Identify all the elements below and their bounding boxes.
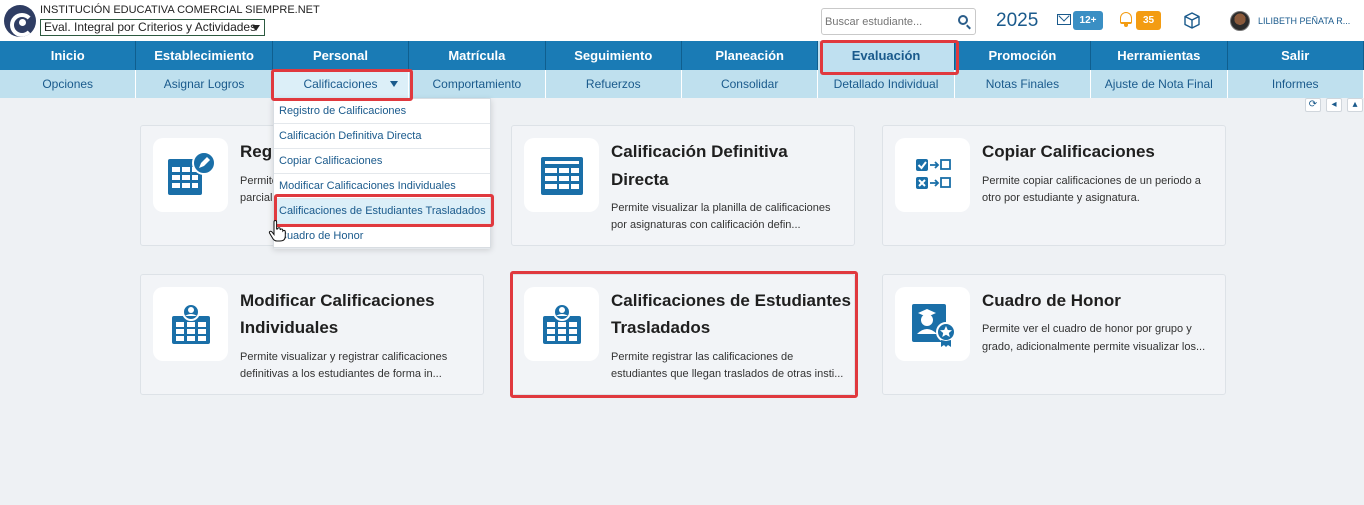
card-icon-box <box>524 287 599 361</box>
menu-item-calificaciones-estudiantes-trasladados[interactable]: Calificaciones de Estudiantes Trasladado… <box>274 199 490 224</box>
profile-select-value: Eval. Integral por Criterios y Actividad… <box>44 20 257 34</box>
card-modificar-calificaciones-individuales[interactable]: Modificar Calificaciones Individuales Pe… <box>140 274 484 395</box>
search-input[interactable] <box>822 9 947 34</box>
student-grade-sheet-icon <box>172 303 210 344</box>
subnav-item-notas-finales[interactable]: Notas Finales <box>955 70 1092 98</box>
subnav-item-opciones[interactable]: Opciones <box>0 70 137 98</box>
card-title-line1: Calificaciones de Estudiantes <box>611 291 851 310</box>
card-description-line2: otro por estudiante y asignatura. <box>982 192 1140 204</box>
hand-cursor-icon <box>268 220 286 242</box>
user-name[interactable]: LILIBETH PEÑATA R... <box>1258 16 1350 26</box>
copy-check-icon <box>916 159 951 189</box>
school-year[interactable]: 2025 <box>996 10 1038 32</box>
subnav-item-detallado-individual[interactable]: Detallado Individual <box>818 70 955 98</box>
card-title: Cuadro de Honor <box>982 291 1121 310</box>
card-description-line1: Permite visualizar la planilla de califi… <box>611 202 831 214</box>
student-search[interactable] <box>821 8 976 35</box>
card-description-line2: parcial <box>240 192 273 204</box>
refresh-icon[interactable]: ⟳ <box>1305 98 1321 112</box>
subnav-item-informes[interactable]: Informes <box>1228 70 1364 98</box>
bell-icon[interactable] <box>1120 12 1132 27</box>
card-copiar-calificaciones[interactable]: Copiar Calificaciones Permite copiar cal… <box>882 125 1226 246</box>
card-title-line1: Calificación Definitiva <box>611 142 788 161</box>
card-description-line1: Permite copiar calificaciones de un peri… <box>982 175 1201 187</box>
nav-item-salir[interactable]: Salir <box>1228 41 1364 70</box>
card-description-line1: Permite ver el cuadro de honor por grupo… <box>982 323 1192 335</box>
nav-item-promocion[interactable]: Promoción <box>955 41 1092 70</box>
messages-badge[interactable]: 12+ <box>1073 11 1103 30</box>
card-icon-box <box>524 138 599 212</box>
card-calificaciones-estudiantes-trasladados[interactable]: Calificaciones de Estudiantes Trasladado… <box>511 274 855 395</box>
card-description-line2: estudiantes que llegan traslados de otra… <box>611 368 844 380</box>
card-title-line2: Individuales <box>240 318 339 337</box>
main-nav: Inicio Establecimiento Personal Matrícul… <box>0 41 1364 70</box>
scroll-top-icon[interactable]: ▴ <box>1347 98 1363 112</box>
card-description-line2: definitivas a los estudiantes de forma i… <box>240 368 442 380</box>
nav-item-personal[interactable]: Personal <box>273 41 410 70</box>
subnav-item-calificaciones[interactable]: Calificaciones <box>272 70 410 98</box>
transferred-student-sheet-icon <box>543 303 581 344</box>
card-description-line2: por asignaturas con calificación defin..… <box>611 219 801 231</box>
card-title-line2: Directa <box>611 170 669 189</box>
card-title: Regi <box>240 142 277 161</box>
nav-item-seguimiento[interactable]: Seguimiento <box>546 41 682 70</box>
card-title-line1: Modificar Calificaciones <box>240 291 435 310</box>
subnav-item-consolidar[interactable]: Consolidar <box>682 70 819 98</box>
card-calificacion-definitiva-directa[interactable]: Calificación Definitiva Directa Permite … <box>511 125 855 246</box>
back-icon[interactable]: ◂ <box>1326 98 1342 112</box>
chevron-down-icon <box>252 25 260 31</box>
mail-icon[interactable] <box>1057 14 1071 25</box>
avatar[interactable] <box>1230 11 1250 31</box>
nav-item-inicio[interactable]: Inicio <box>0 41 137 70</box>
subnav-item-label: Calificaciones <box>303 77 378 91</box>
menu-item-modificar-calificaciones-individuales[interactable]: Modificar Calificaciones Individuales <box>274 174 490 199</box>
menu-item-cuadro-de-honor[interactable]: Cuadro de Honor <box>274 224 490 249</box>
cube-icon[interactable] <box>1184 12 1200 29</box>
card-icon-box <box>153 138 228 212</box>
nav-item-herramientas[interactable]: Herramientas <box>1091 41 1228 70</box>
notifications-badge[interactable]: 35 <box>1136 11 1161 30</box>
checklist-sheet-icon <box>541 157 583 195</box>
institution-name: INSTITUCIÓN EDUCATIVA COMERCIAL SIEMPRE.… <box>40 4 320 16</box>
card-description-line1: Permite visualizar y registrar calificac… <box>240 351 448 363</box>
subnav-item-comportamiento[interactable]: Comportamiento <box>409 70 546 98</box>
nav-item-matricula[interactable]: Matrícula <box>409 41 546 70</box>
card-title: Copiar Calificaciones <box>982 142 1155 161</box>
calificaciones-dropdown-menu: Registro de Calificaciones Calificación … <box>273 98 491 249</box>
card-icon-box <box>895 138 970 212</box>
honor-certificate-icon <box>912 304 956 347</box>
grade-sheet-edit-icon <box>168 151 216 195</box>
card-description-line1: Permite registrar las calificaciones de <box>611 351 794 363</box>
search-icon[interactable] <box>958 15 968 25</box>
menu-item-copiar-calificaciones[interactable]: Copiar Calificaciones <box>274 149 490 174</box>
menu-item-registro-calificaciones[interactable]: Registro de Calificaciones <box>274 99 490 124</box>
caret-down-icon <box>390 81 399 87</box>
menu-item-calificacion-definitiva-directa[interactable]: Calificación Definitiva Directa <box>274 124 490 149</box>
card-cuadro-de-honor[interactable]: Cuadro de Honor Permite ver el cuadro de… <box>882 274 1226 395</box>
subnav-item-asignar-logros[interactable]: Asignar Logros <box>136 70 273 98</box>
evaluation-profile-select[interactable]: Eval. Integral por Criterios y Actividad… <box>40 19 265 36</box>
sub-nav: Opciones Asignar Logros Calificaciones C… <box>0 70 1364 98</box>
institution-logo[interactable] <box>4 5 36 37</box>
card-title-line2: Trasladados <box>611 318 711 337</box>
subnav-item-refuerzos[interactable]: Refuerzos <box>546 70 682 98</box>
nav-item-establecimiento[interactable]: Establecimiento <box>136 41 273 70</box>
card-icon-box <box>153 287 228 361</box>
nav-item-planeacion[interactable]: Planeación <box>682 41 819 70</box>
card-description-line2: grado, adicionalmente permite visualizar… <box>982 341 1206 353</box>
subnav-item-ajuste-nota-final[interactable]: Ajuste de Nota Final <box>1091 70 1228 98</box>
card-icon-box <box>895 287 970 361</box>
top-header: INSTITUCIÓN EDUCATIVA COMERCIAL SIEMPRE.… <box>0 0 1364 41</box>
nav-item-evaluacion[interactable]: Evaluación <box>818 41 955 70</box>
